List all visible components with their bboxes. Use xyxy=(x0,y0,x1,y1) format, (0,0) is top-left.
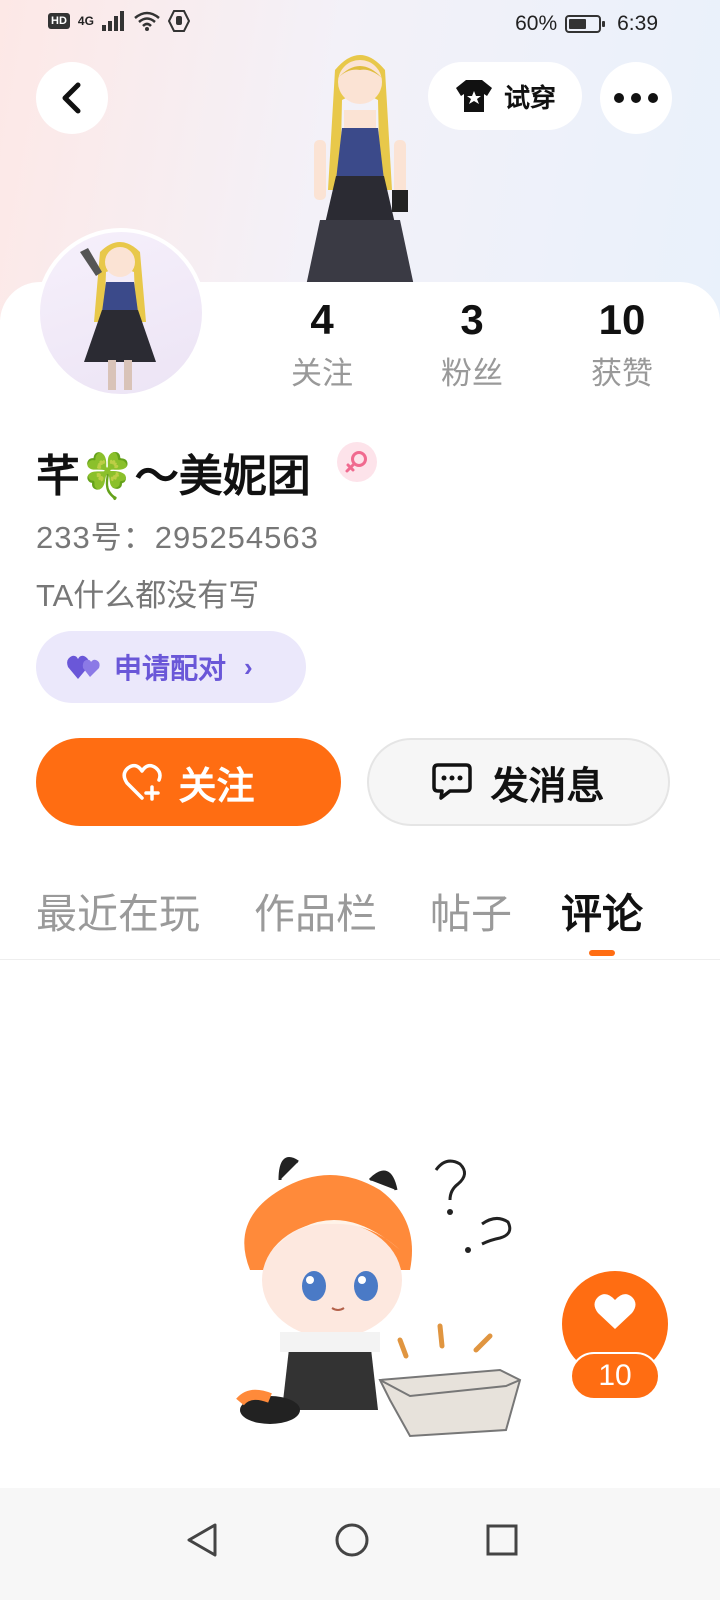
chevron-right-icon: › xyxy=(244,651,253,682)
status-bar-right: 60% 6:39 xyxy=(515,12,658,36)
tab-recently-played[interactable]: 最近在玩 xyxy=(36,880,200,940)
bio-text: TA什么都没有写 xyxy=(36,578,260,613)
heart-plus-icon xyxy=(122,763,163,801)
pair-request-button[interactable]: 申请配对 › xyxy=(36,631,306,703)
clock: 6:39 xyxy=(617,12,658,35)
female-icon xyxy=(345,451,367,473)
hand-gesture-icon xyxy=(167,10,190,32)
tab-comments[interactable]: 评论 xyxy=(561,880,643,940)
status-bar-left: HD 4G xyxy=(48,10,190,32)
follow-label: 关注 xyxy=(178,765,255,808)
system-navigation-bar xyxy=(0,1488,720,1600)
triangle-back-icon xyxy=(187,1523,217,1557)
stat-following[interactable]: 4 关注 xyxy=(252,296,392,393)
send-message-label: 发消息 xyxy=(490,765,605,808)
chat-bubble-icon xyxy=(432,763,473,800)
back-button[interactable] xyxy=(36,62,108,134)
follow-button[interactable]: 关注 xyxy=(36,738,341,826)
stat-label: 粉丝 xyxy=(441,356,503,391)
like-count: 10 xyxy=(570,1352,660,1400)
account-id: 233号：295254563 xyxy=(36,520,319,555)
pair-request-label: 申请配对 xyxy=(114,653,227,684)
chevron-left-icon xyxy=(62,82,81,114)
ellipsis-icon xyxy=(614,93,658,103)
try-on-label: 试穿 xyxy=(503,82,556,113)
battery-level xyxy=(569,19,587,29)
stat-followers[interactable]: 3 粉丝 xyxy=(402,296,542,393)
tab-posts[interactable]: 帖子 xyxy=(430,880,512,940)
hd-icon: HD xyxy=(48,13,70,29)
signal-icon xyxy=(101,11,124,31)
network-type: 4G xyxy=(77,14,94,28)
avatar[interactable] xyxy=(36,228,206,398)
battery-percent: 60% xyxy=(515,12,558,35)
heart-icon xyxy=(594,1294,636,1329)
empty-state-illustration xyxy=(236,1157,522,1438)
active-tab-indicator xyxy=(589,950,615,956)
character-avatar-figure xyxy=(306,55,414,286)
nickname: 芊🍀～美妮团 xyxy=(36,452,311,501)
stat-likes[interactable]: 10 获赞 xyxy=(552,296,692,393)
avatar-character-figure xyxy=(80,242,156,390)
gender-badge xyxy=(337,442,377,482)
stat-label: 关注 xyxy=(291,356,353,391)
battery-icon xyxy=(565,15,606,33)
double-heart-icon xyxy=(67,655,100,679)
nav-recents-button[interactable] xyxy=(472,1510,532,1570)
stat-value: 4 xyxy=(310,296,334,343)
nav-back-button[interactable] xyxy=(172,1510,232,1570)
circle-home-icon xyxy=(335,1523,369,1557)
profile-tabs: 最近在玩 作品栏 帖子 评论 xyxy=(0,880,720,960)
stat-value: 3 xyxy=(460,296,484,343)
nav-home-button[interactable] xyxy=(322,1510,382,1570)
stat-value: 10 xyxy=(598,296,646,343)
tab-works[interactable]: 作品栏 xyxy=(254,880,377,940)
more-button[interactable] xyxy=(600,62,672,134)
tshirt-icon xyxy=(455,80,492,112)
square-recents-icon xyxy=(486,1524,518,1556)
try-on-button[interactable]: 试穿 xyxy=(428,62,582,130)
wifi-icon xyxy=(134,11,160,31)
stat-label: 获赞 xyxy=(591,356,653,391)
status-bar: HD 4G 60% 6:39 xyxy=(0,0,720,48)
send-message-button[interactable]: 发消息 xyxy=(367,738,670,826)
